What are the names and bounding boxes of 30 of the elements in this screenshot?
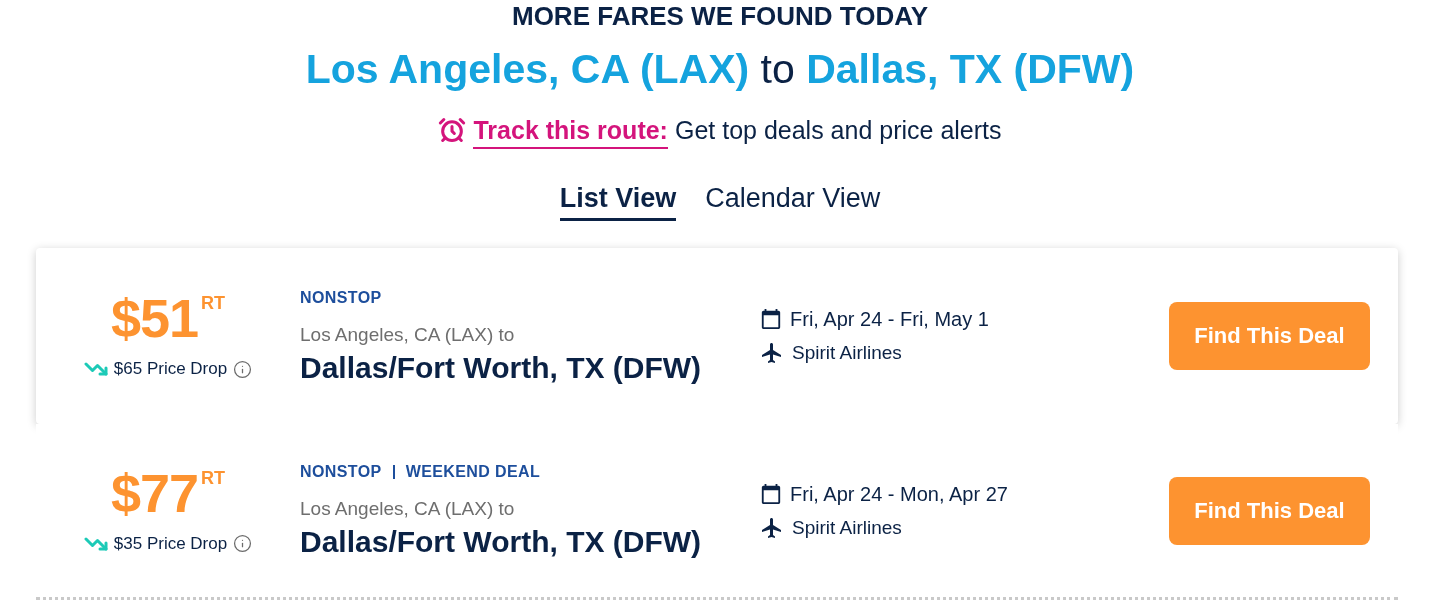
price-text: $51 <box>110 291 199 345</box>
route-title: Los Angeles, CA (LAX) to Dallas, TX (DFW) <box>305 45 1135 93</box>
tag-label: NONSTOP <box>300 287 382 308</box>
tag-label: NONSTOP <box>300 462 382 482</box>
airline-text: Spirit Airlines <box>792 515 902 540</box>
info-icon[interactable] <box>233 359 253 379</box>
destination-text: Dallas/Fort Worth, TX (DFW) <box>300 350 702 385</box>
info-icon[interactable] <box>233 534 253 553</box>
tag-label: WEEKEND DEAL <box>405 462 541 482</box>
origin-text: Los Angeles, CA (LAX) to <box>300 497 515 521</box>
section-heading: MORE FARES WE FOUND TODAY <box>511 2 928 30</box>
view-tab[interactable]: Calendar View <box>705 181 881 221</box>
price-drop-text: $35 Price Drop <box>113 532 228 555</box>
track-route-text: Get top deals and price alerts <box>674 115 1002 145</box>
travel-dates-text: Fri, Apr 24 - Fri, May 1 <box>790 307 989 332</box>
price-drop-text: $65 Price Drop <box>113 358 228 380</box>
airline-text: Spirit Airlines <box>792 341 902 365</box>
alarm-clock-icon <box>438 116 467 144</box>
origin-text: Los Angeles, CA (LAX) to <box>300 322 515 347</box>
destination-text: Dallas/Fort Worth, TX (DFW) <box>300 525 702 559</box>
view-tab[interactable]: List View <box>559 181 677 221</box>
trip-type-label: RT <box>201 468 226 487</box>
trip-type-label: RT <box>201 294 226 312</box>
calendar-icon <box>760 482 782 505</box>
price-text: $77 <box>110 465 199 520</box>
plane-icon <box>760 341 784 365</box>
plane-icon <box>760 515 784 540</box>
travel-dates-text: Fri, Apr 24 - Mon, Apr 27 <box>790 481 1008 507</box>
calendar-icon <box>760 308 782 330</box>
track-route-link[interactable]: Track this route: <box>473 115 668 149</box>
